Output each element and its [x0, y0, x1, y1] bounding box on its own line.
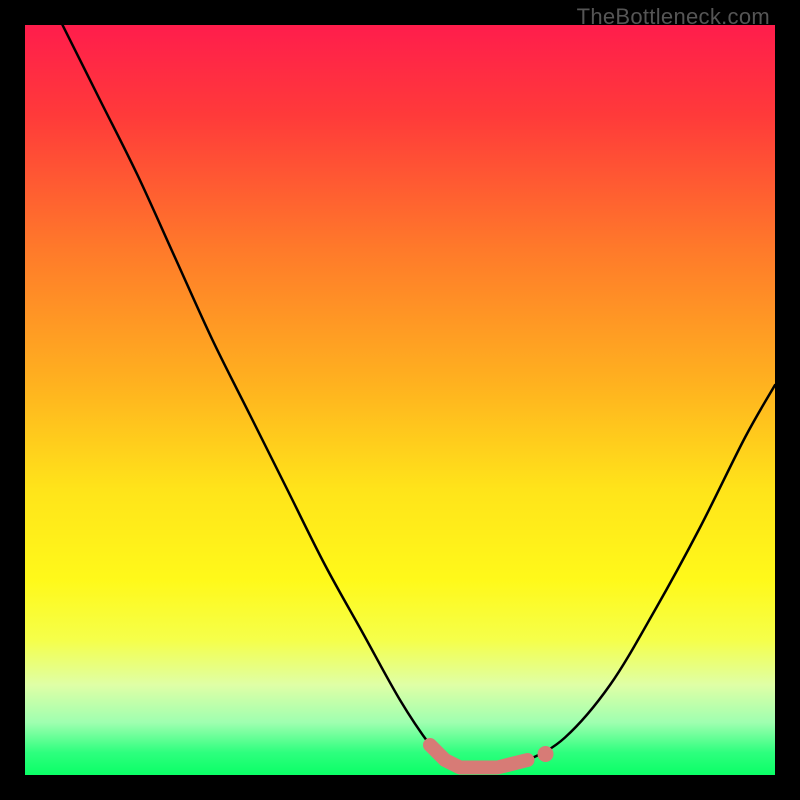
- curve-layer: [25, 25, 775, 775]
- plot-area: [25, 25, 775, 775]
- chart-frame: TheBottleneck.com: [0, 0, 800, 800]
- watermark-text: TheBottleneck.com: [577, 4, 770, 30]
- bottleneck-curve: [63, 25, 776, 768]
- trough-highlight: [430, 745, 528, 768]
- trough-end-dot: [538, 746, 554, 762]
